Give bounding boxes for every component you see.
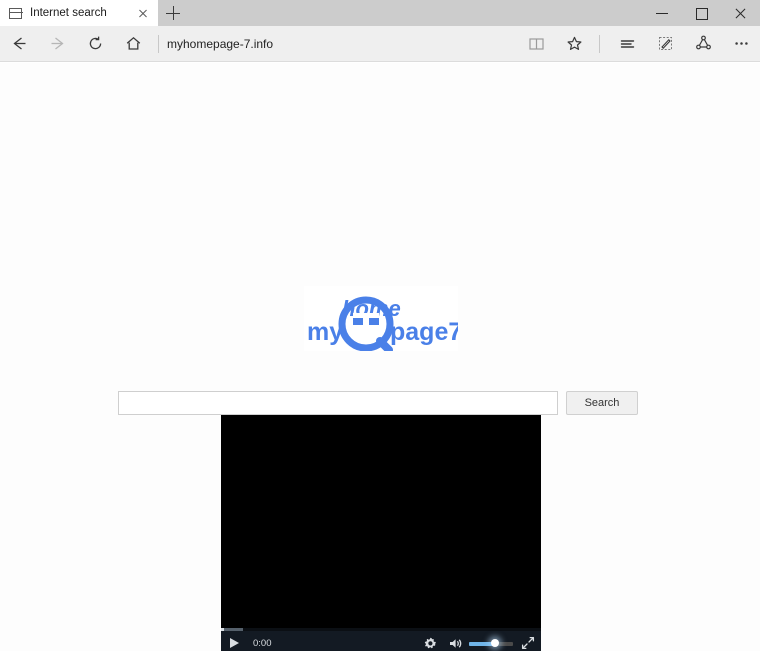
fullscreen-icon[interactable]: [515, 631, 541, 651]
toolbar-actions: [517, 27, 760, 61]
svg-text:my: my: [307, 318, 343, 346]
play-icon[interactable]: [221, 631, 247, 651]
svg-text:page7: page7: [390, 318, 458, 346]
book-icon[interactable]: [517, 27, 555, 61]
site-logo: home my page7: [304, 286, 458, 351]
toolbar-separator: [158, 34, 159, 53]
refresh-icon[interactable]: [76, 27, 114, 61]
page-content: home my page7 Search 0:00: [0, 63, 760, 651]
video-stage[interactable]: [221, 415, 541, 628]
pencil-note-icon[interactable]: [646, 27, 684, 61]
forward-arrow-icon[interactable]: [38, 27, 76, 61]
home-icon[interactable]: [114, 27, 152, 61]
search-button[interactable]: Search: [566, 391, 638, 415]
new-tab-button[interactable]: [160, 0, 186, 26]
current-time: 0:00: [253, 637, 272, 649]
video-controls-row: 0:00: [221, 631, 541, 651]
volume-icon[interactable]: [443, 631, 469, 651]
browser-chrome: Internet search myhomepage-7.info: [0, 0, 760, 62]
close-window-button[interactable]: [721, 0, 760, 26]
share-icon[interactable]: [684, 27, 722, 61]
gear-icon[interactable]: [417, 631, 443, 651]
tab-internet-search[interactable]: Internet search: [0, 0, 158, 26]
address-bar[interactable]: myhomepage-7.info: [167, 37, 517, 51]
volume-slider[interactable]: [469, 639, 513, 647]
search-area: Search: [118, 391, 638, 415]
back-arrow-icon[interactable]: [0, 27, 38, 61]
video-player[interactable]: 0:00: [221, 415, 541, 651]
search-input[interactable]: [118, 391, 558, 415]
close-icon[interactable]: [134, 4, 152, 22]
tab-strip: Internet search: [0, 0, 760, 26]
minimize-button[interactable]: [643, 0, 682, 26]
hub-lines-icon[interactable]: [608, 27, 646, 61]
star-icon[interactable]: [555, 27, 593, 61]
maximize-button[interactable]: [682, 0, 721, 26]
logo-graphic: home my page7: [307, 296, 458, 351]
video-controls: 0:00: [221, 628, 541, 651]
browser-window: Internet search myhomepage-7.info home m…: [0, 0, 760, 651]
page-icon: [9, 7, 23, 20]
ellipsis-icon[interactable]: [722, 27, 760, 61]
toolbar-separator-2: [599, 34, 600, 53]
volume-knob[interactable]: [491, 639, 500, 647]
browser-toolbar: myhomepage-7.info: [0, 26, 760, 62]
tab-title: Internet search: [30, 7, 107, 19]
window-controls: [643, 0, 760, 26]
